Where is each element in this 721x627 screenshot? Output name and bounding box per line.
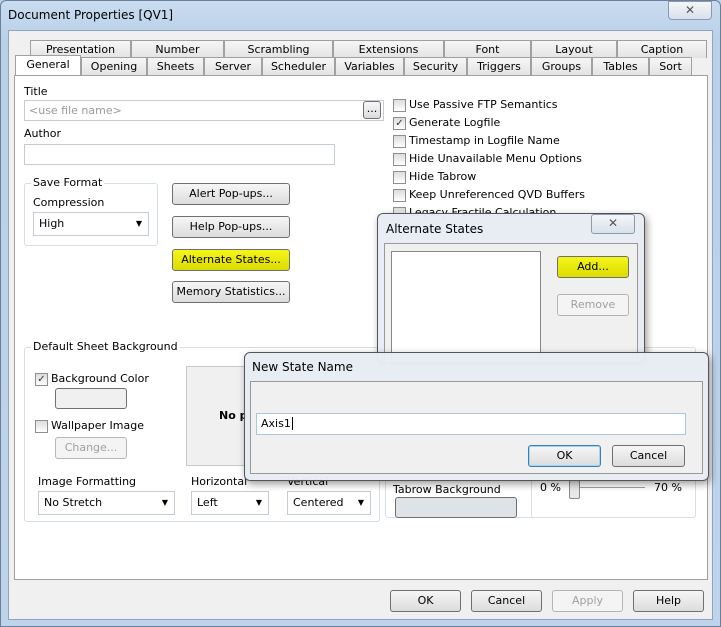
alternate-states-close-icon[interactable]: ✕ xyxy=(591,214,635,234)
transparency-slider-thumb[interactable] xyxy=(569,480,580,499)
tab-tables[interactable]: Tables xyxy=(592,57,649,75)
background-color-label: Background Color xyxy=(51,372,149,385)
checkbox-label: Timestamp in Logfile Name xyxy=(409,134,560,147)
checkbox-4[interactable] xyxy=(393,171,406,184)
help-button[interactable]: Help xyxy=(633,590,704,612)
background-color-checkbox[interactable]: ✓ xyxy=(35,373,48,386)
transparency-slider-track[interactable] xyxy=(575,487,645,488)
tab-scrambling[interactable]: Scrambling xyxy=(224,40,333,58)
author-label: Author xyxy=(24,127,62,140)
text-cursor xyxy=(291,417,293,430)
sheet-background-label: Default Sheet Background xyxy=(31,340,180,353)
new-state-ok-button[interactable]: OK xyxy=(528,445,601,467)
checkbox-label: Use Passive FTP Semantics xyxy=(409,98,558,111)
add-state-button[interactable]: Add... xyxy=(557,256,629,278)
transparency-min: 0 % xyxy=(540,481,561,494)
help-popups-button[interactable]: Help Pop-ups... xyxy=(172,216,290,238)
tab-extensions[interactable]: Extensions xyxy=(333,40,444,58)
tab-groups[interactable]: Groups xyxy=(531,57,592,75)
state-name-value: Axis1 xyxy=(261,417,291,430)
image-formatting-select[interactable]: No Stretch ▼ xyxy=(38,491,175,515)
horizontal-value: Left xyxy=(197,496,218,509)
ok-button[interactable]: OK xyxy=(390,590,461,612)
chevron-down-icon: ▼ xyxy=(161,498,168,507)
new-state-cancel-button[interactable]: Cancel xyxy=(612,445,685,467)
chevron-down-icon: ▼ xyxy=(357,498,364,507)
tab-security[interactable]: Security xyxy=(404,57,467,75)
horizontal-label: Horizontal xyxy=(191,475,248,488)
compression-label: Compression xyxy=(33,196,105,209)
chevron-down-icon: ▼ xyxy=(135,219,142,228)
save-format-label: Save Format xyxy=(31,176,105,189)
tab-variables[interactable]: Variables xyxy=(335,57,404,75)
tab-triggers[interactable]: Triggers xyxy=(467,57,531,75)
remove-state-button[interactable]: Remove xyxy=(557,294,629,316)
close-icon[interactable]: ✕ xyxy=(668,1,712,20)
change-wallpaper-button[interactable]: Change... xyxy=(55,437,127,459)
cancel-button[interactable]: Cancel xyxy=(471,590,542,612)
checkbox-1[interactable]: ✓ xyxy=(393,117,406,130)
checkbox-3[interactable] xyxy=(393,153,406,166)
tab-caption[interactable]: Caption xyxy=(617,40,707,58)
background-color-swatch[interactable] xyxy=(55,388,127,409)
compression-value: High xyxy=(39,217,65,230)
tab-server[interactable]: Server xyxy=(204,57,262,75)
transparency-max: 70 % xyxy=(654,481,682,494)
tabrow-background-swatch[interactable] xyxy=(395,497,517,518)
window-title: Document Properties [QV1] xyxy=(8,8,174,22)
image-formatting-value: No Stretch xyxy=(44,496,103,509)
horizontal-select[interactable]: Left ▼ xyxy=(191,491,269,515)
new-state-title: New State Name xyxy=(252,360,353,374)
title-ellipsis-button[interactable]: ... xyxy=(363,101,381,119)
alternate-states-title: Alternate States xyxy=(386,222,484,236)
wallpaper-label: Wallpaper Image xyxy=(51,419,144,432)
tab-layout[interactable]: Layout xyxy=(531,40,617,58)
memory-statistics-button[interactable]: Memory Statistics... xyxy=(172,281,290,303)
alternate-states-button[interactable]: Alternate States... xyxy=(172,249,290,271)
vertical-select[interactable]: Centered ▼ xyxy=(287,491,371,515)
tab-number[interactable]: Number xyxy=(131,40,224,58)
wallpaper-checkbox[interactable] xyxy=(35,420,48,433)
alert-popups-button[interactable]: Alert Pop-ups... xyxy=(172,183,290,205)
apply-button[interactable]: Apply xyxy=(552,590,623,612)
checkbox-label: Hide Unavailable Menu Options xyxy=(409,152,582,165)
compression-select[interactable]: High ▼ xyxy=(33,212,149,236)
checkbox-label: Hide Tabrow xyxy=(409,170,477,183)
tab-general[interactable]: General xyxy=(15,55,81,75)
checkbox-label: Keep Unreferenced QVD Buffers xyxy=(409,188,585,201)
tab-opening[interactable]: Opening xyxy=(81,57,147,75)
author-input[interactable] xyxy=(24,144,335,165)
tab-sort[interactable]: Sort xyxy=(649,57,692,75)
chevron-down-icon: ▼ xyxy=(255,498,262,507)
checkbox-2[interactable] xyxy=(393,135,406,148)
state-name-input[interactable]: Axis1 xyxy=(256,413,686,435)
alternate-states-list[interactable] xyxy=(391,251,541,363)
checkbox-5[interactable] xyxy=(393,189,406,202)
tab-sheets[interactable]: Sheets xyxy=(147,57,204,75)
checkbox-label: Generate Logfile xyxy=(409,116,501,129)
image-formatting-label: Image Formatting xyxy=(38,475,137,488)
tabrow-background-label: Tabrow Background xyxy=(393,483,501,496)
checkbox-0[interactable] xyxy=(393,99,406,112)
tab-scheduler[interactable]: Scheduler xyxy=(262,57,335,75)
tab-font[interactable]: Font xyxy=(444,40,531,58)
vertical-value: Centered xyxy=(293,496,344,509)
title-input[interactable]: <use file name> xyxy=(24,100,384,121)
title-label: Title xyxy=(24,85,48,98)
